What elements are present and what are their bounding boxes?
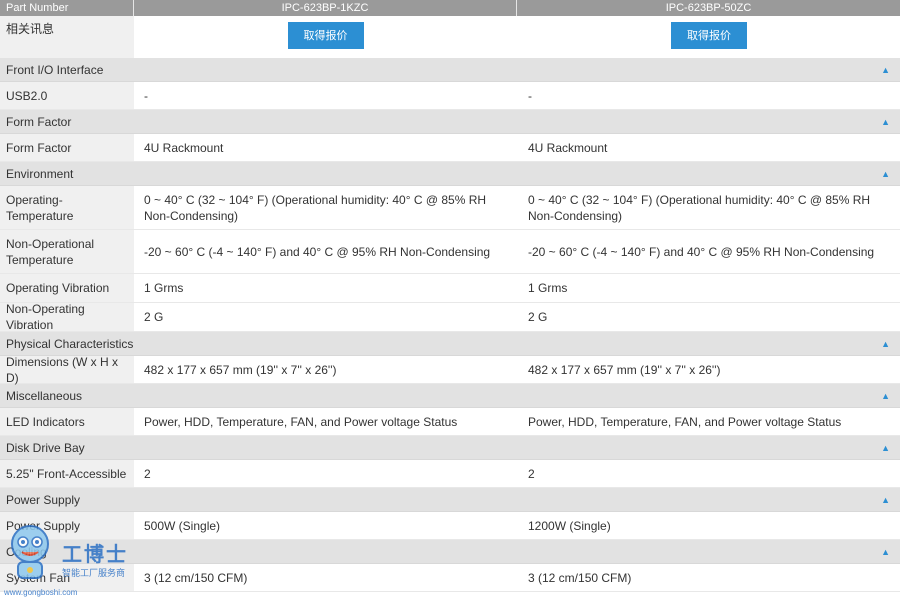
section-disk-drive-bay[interactable]: Disk Drive Bay ▲ — [0, 436, 900, 460]
table-row: Operating Vibration 1 Grms 1 Grms — [0, 274, 900, 303]
row-value-2: 3 (12 cm/150 CFM) — [528, 570, 632, 585]
part-number-label: Part Number — [0, 0, 134, 16]
row-value-1: 2 — [144, 466, 151, 481]
row-value-1: Power, HDD, Temperature, FAN, and Power … — [144, 414, 458, 429]
row-label: LED Indicators — [0, 408, 134, 435]
section-title: Form Factor — [6, 114, 72, 129]
model-column-1: IPC-623BP-1KZC — [134, 0, 517, 16]
quote-cell-1: 取得报价 — [134, 16, 517, 58]
chevron-up-icon[interactable]: ▲ — [881, 117, 890, 127]
row-label: 5.25" Front-Accessible — [0, 460, 134, 487]
quote-cell-2: 取得报价 — [517, 16, 900, 58]
row-value-1: 4U Rackmount — [144, 140, 224, 155]
row-value-2: 2 — [528, 466, 535, 481]
table-row: Dimensions (W x H x D) 482 x 177 x 657 m… — [0, 355, 900, 385]
row-value-1: - — [144, 88, 148, 103]
section-title: Cooling — [6, 544, 47, 559]
section-front-io[interactable]: Front I/O Interface ▲ — [0, 58, 900, 82]
row-label: Power Supply — [0, 512, 134, 539]
row-value-2: 482 x 177 x 657 mm (19'' x 7'' x 26'') — [528, 362, 721, 377]
section-environment[interactable]: Environment ▲ — [0, 162, 900, 186]
table-row: Power Supply 500W (Single) 1200W (Single… — [0, 512, 900, 540]
row-value-2: 4U Rackmount — [528, 140, 608, 155]
table-row: Form Factor 4U Rackmount 4U Rackmount — [0, 134, 900, 162]
row-value-1: 0 ~ 40° C (32 ~ 104° F) (Operational hum… — [144, 192, 487, 223]
row-label: Non-Operational Temperature — [0, 230, 134, 273]
chevron-up-icon[interactable]: ▲ — [881, 65, 890, 75]
table-row: System Fan 3 (12 cm/150 CFM) 3 (12 cm/15… — [0, 564, 900, 592]
section-title: Environment — [6, 166, 74, 181]
table-row: Operating-Temperature 0 ~ 40° C (32 ~ 10… — [0, 186, 900, 230]
row-value-1: -20 ~ 60° C (-4 ~ 140° F) and 40° C @ 95… — [144, 244, 491, 259]
row-label: Non-Operating Vibration — [0, 302, 134, 332]
section-miscellaneous[interactable]: Miscellaneous ▲ — [0, 384, 900, 408]
section-title: Disk Drive Bay — [6, 440, 85, 455]
row-value-1: 482 x 177 x 657 mm (19'' x 7'' x 26'') — [144, 362, 337, 377]
model-column-2: IPC-623BP-50ZC — [665, 2, 752, 14]
chevron-up-icon[interactable]: ▲ — [881, 339, 890, 349]
row-value-1: 3 (12 cm/150 CFM) — [144, 570, 248, 585]
section-title: Physical Characteristics — [6, 336, 134, 351]
section-physical[interactable]: Physical Characteristics ▲ — [0, 332, 900, 356]
get-quote-button-2[interactable]: 取得报价 — [671, 22, 747, 49]
row-value-2: -20 ~ 60° C (-4 ~ 140° F) and 40° C @ 95… — [528, 244, 875, 259]
row-value-2: - — [528, 88, 532, 103]
row-value-2: 2 G — [528, 310, 548, 324]
chevron-up-icon[interactable]: ▲ — [881, 495, 890, 505]
spec-comparison-table: Part Number IPC-623BP-1KZC IPC-623BP-50Z… — [0, 0, 900, 592]
row-value-2: 1200W (Single) — [528, 518, 611, 533]
row-value-1: 2 G — [144, 310, 164, 324]
row-label: Dimensions (W x H x D) — [0, 355, 134, 385]
row-label: Operating-Temperature — [0, 186, 134, 229]
row-value-2: 1 Grms — [528, 281, 568, 295]
get-quote-button-1[interactable]: 取得报价 — [287, 22, 364, 49]
chevron-up-icon[interactable]: ▲ — [881, 443, 890, 453]
row-label: System Fan — [0, 564, 134, 591]
section-power-supply[interactable]: Power Supply ▲ — [0, 488, 900, 512]
chevron-up-icon[interactable]: ▲ — [881, 391, 890, 401]
chevron-up-icon[interactable]: ▲ — [881, 169, 890, 179]
row-value-2: Power, HDD, Temperature, FAN, and Power … — [528, 414, 842, 429]
related-info-row: 相关讯息 取得报价 取得报价 — [0, 16, 900, 58]
table-row: LED Indicators Power, HDD, Temperature, … — [0, 408, 900, 436]
section-cooling[interactable]: Cooling ▲ — [0, 540, 900, 564]
row-value-1: 500W (Single) — [144, 518, 221, 533]
table-row: Non-Operating Vibration 2 G 2 G — [0, 302, 900, 332]
row-label: USB2.0 — [0, 82, 134, 109]
table-row: USB2.0 - - — [0, 82, 900, 110]
row-label: Operating Vibration — [0, 274, 134, 302]
section-title: Front I/O Interface — [6, 62, 104, 77]
row-value-1: 1 Grms — [144, 281, 184, 295]
table-row: 5.25" Front-Accessible 2 2 — [0, 460, 900, 488]
section-form-factor[interactable]: Form Factor ▲ — [0, 110, 900, 134]
table-header-row: Part Number IPC-623BP-1KZC IPC-623BP-50Z… — [0, 0, 900, 16]
related-info-label: 相关讯息 — [0, 16, 134, 58]
table-row: Non-Operational Temperature -20 ~ 60° C … — [0, 230, 900, 274]
section-title: Miscellaneous — [6, 388, 83, 403]
section-title: Power Supply — [6, 492, 81, 507]
chevron-up-icon[interactable]: ▲ — [881, 547, 890, 557]
row-value-2: 0 ~ 40° C (32 ~ 104° F) (Operational hum… — [528, 192, 871, 223]
row-label: Form Factor — [0, 134, 134, 161]
